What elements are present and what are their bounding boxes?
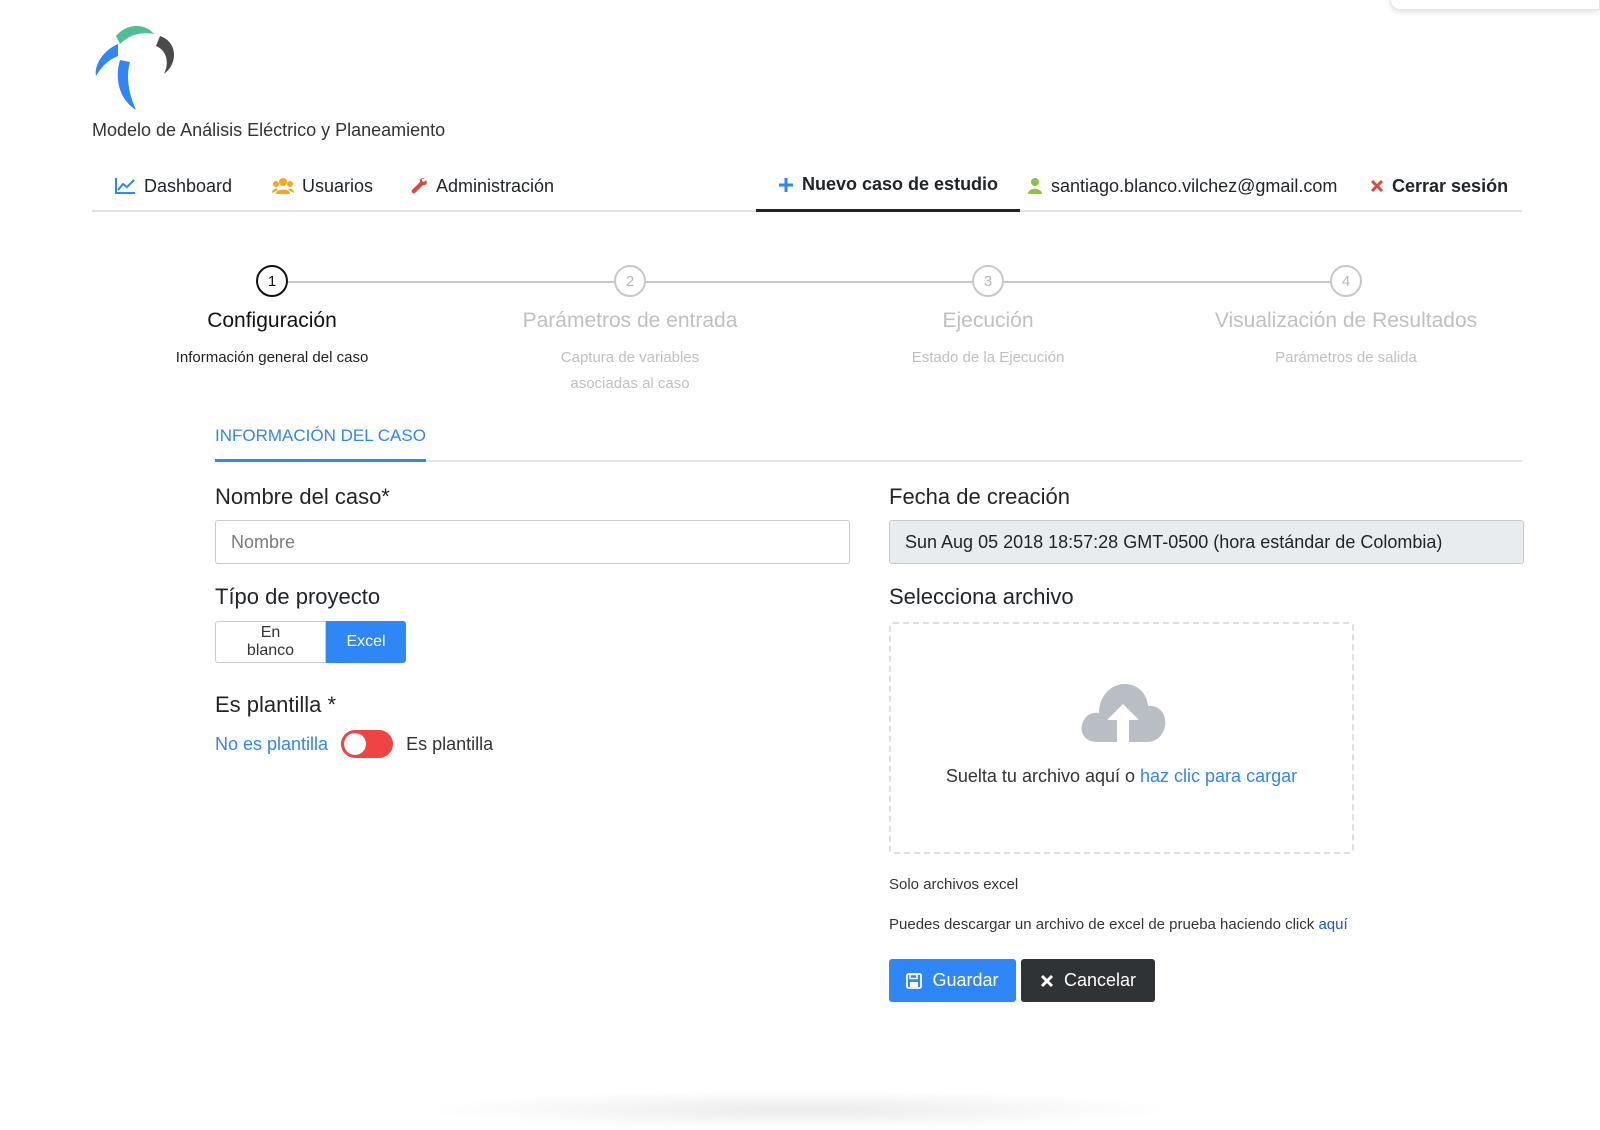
bottom-shadow [420, 1090, 1180, 1130]
nav-administracion[interactable]: Administración [410, 160, 554, 212]
guardar-button[interactable]: Guardar [889, 959, 1016, 1002]
archivo-label: Selecciona archivo [889, 584, 1074, 609]
close-icon [1370, 179, 1384, 193]
nav-nuevo-caso[interactable]: Nuevo caso de estudio [756, 160, 1021, 212]
nav-administracion-label: Administración [436, 175, 555, 196]
step-description: Parámetros de salida [1275, 349, 1417, 366]
cancelar-button[interactable]: Cancelar [1021, 959, 1155, 1002]
nav-nuevo-caso-label: Nuevo caso de estudio [802, 174, 999, 194]
nombre-label: Nombre del caso* [215, 484, 390, 509]
tipo-proyecto-label: Típo de proyecto [215, 584, 381, 609]
wrench-icon [410, 177, 428, 195]
dropzone-message: Suelta tu archivo aquí o [945, 766, 1141, 786]
corner-popup-edge [1390, 0, 1600, 10]
plantilla-off-label: No es plantilla [215, 733, 329, 754]
main-nav: Dashboard Usuarios Administración Nuevo … [92, 160, 1522, 212]
user-email: santiago.blanco.vilchez@gmail.com [1051, 175, 1338, 196]
step-number: 2 [614, 265, 646, 297]
step-description: Estado de la Ejecución [911, 349, 1065, 366]
guardar-label: Guardar [932, 970, 999, 990]
section-tabs: INFORMACIÓN DEL CASO [215, 414, 1522, 462]
fecha-label: Fecha de creación [889, 484, 1070, 509]
nav-dashboard[interactable]: Dashboard [114, 160, 232, 212]
fecha-field [889, 520, 1524, 564]
cloud-upload-icon [1081, 684, 1166, 742]
save-icon [906, 972, 923, 989]
dropzone-upload-link[interactable]: haz clic para cargar [1140, 766, 1297, 786]
dropzone-text: Suelta tu archivo aquí o haz clic para c… [891, 766, 1352, 787]
step-ejecucion[interactable]: 3 Ejecución Estado de la Ejecución [818, 262, 1158, 371]
nav-user-account[interactable]: santiago.blanco.vilchez@gmail.com [1027, 160, 1337, 212]
step-configuracion[interactable]: 1 Configuración Información general del … [102, 262, 442, 371]
file-dropzone[interactable]: Suelta tu archivo aquí o haz clic para c… [889, 622, 1354, 854]
step-visualizacion-resultados[interactable]: 4 Visualización de Resultados Parámetros… [1176, 262, 1516, 371]
cancelar-label: Cancelar [1063, 970, 1137, 990]
chart-line-icon [114, 177, 136, 195]
plantilla-label: Es plantilla * [215, 692, 337, 717]
toggle-knob [344, 733, 367, 755]
times-icon [1040, 974, 1054, 988]
download-sample-link[interactable]: aquí [1318, 916, 1347, 933]
tipo-proyecto-selector: En blanco Excel [215, 621, 406, 663]
nav-usuarios-label: Usuarios [302, 175, 374, 196]
step-description: Información general del caso [175, 349, 369, 366]
nav-usuarios[interactable]: Usuarios [272, 160, 373, 212]
user-icon [1027, 177, 1043, 195]
step-title: Visualización de Resultados [1214, 309, 1478, 332]
step-number: 4 [1330, 265, 1362, 297]
step-title: Configuración [207, 309, 337, 332]
nav-cerrar-sesion-label: Cerrar sesión [1392, 175, 1509, 196]
help-download: Puedes descargar un archivo de excel de … [889, 916, 1348, 933]
step-number: 3 [972, 265, 1004, 297]
help-only-excel: Solo archivos excel [889, 876, 1019, 893]
plantilla-toggle[interactable] [341, 730, 394, 758]
brand-name: Modelo de Análisis Eléctrico y Planeamie… [92, 120, 446, 140]
step-parametros-entrada[interactable]: 2 Parámetros de entrada Captura de varia… [460, 262, 800, 397]
plantilla-toggle-row: No es plantilla Es plantilla [215, 730, 493, 758]
nombre-input[interactable] [215, 520, 850, 564]
step-title: Parámetros de entrada [522, 309, 738, 332]
step-number: 1 [256, 265, 288, 297]
plus-icon [778, 177, 794, 193]
nav-cerrar-sesion[interactable]: Cerrar sesión [1370, 160, 1508, 212]
nav-dashboard-label: Dashboard [144, 175, 233, 196]
plantilla-on-label: Es plantilla [406, 733, 494, 754]
step-description: Captura de variables asociadas al caso [560, 349, 700, 392]
step-title: Ejecución [942, 309, 1034, 332]
tipo-excel-button[interactable]: Excel [326, 621, 406, 663]
tipo-en-blanco-button[interactable]: En blanco [215, 621, 326, 663]
brand-logo-icon [95, 26, 175, 110]
wizard-stepper: 1 Configuración Información general del … [0, 262, 1600, 392]
help-download-text: Puedes descargar un archivo de excel de … [889, 916, 1319, 933]
tab-informacion-caso[interactable]: INFORMACIÓN DEL CASO [215, 414, 426, 462]
users-icon [272, 177, 294, 195]
